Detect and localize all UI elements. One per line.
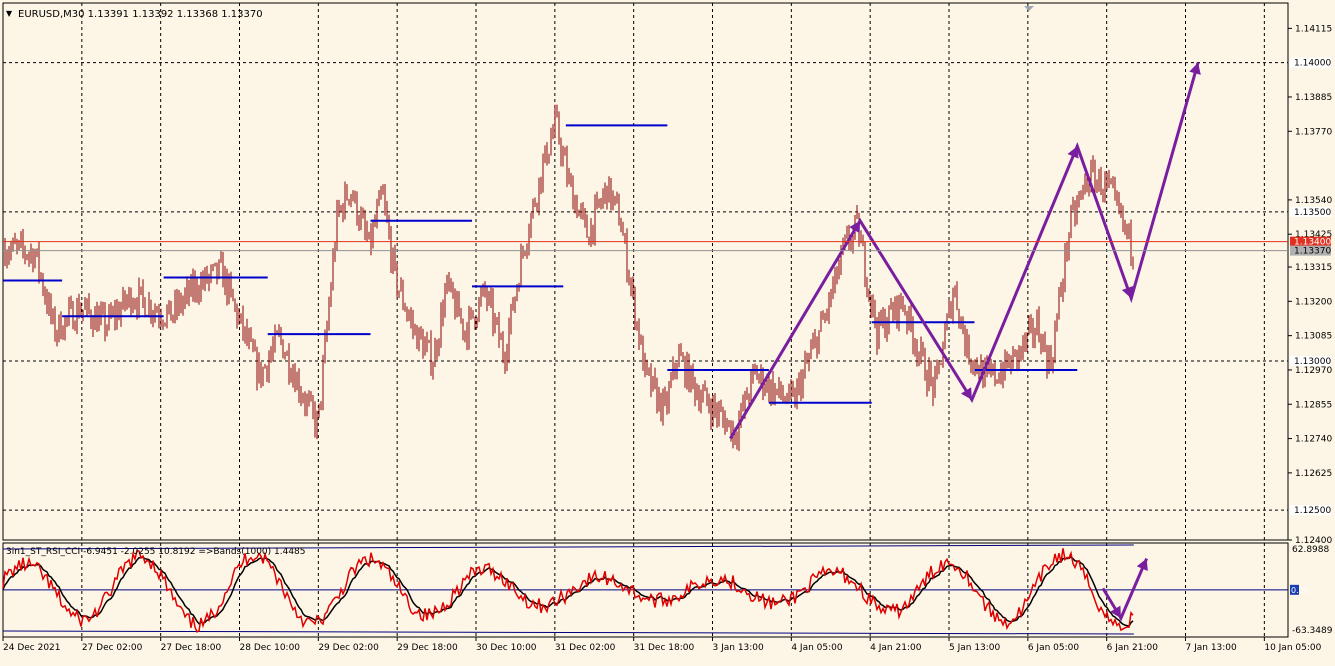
chart-title: EURUSD,M30 1.13391 1.13392 1.13368 1.133… — [18, 9, 263, 20]
background — [0, 0, 1335, 662]
symbol-menu-icon[interactable]: ▼ — [6, 9, 13, 18]
x-tick-label: 6 Jan 21:00 — [1107, 643, 1159, 653]
x-tick-label: 28 Dec 10:00 — [240, 643, 301, 653]
x-tick-label: 7 Jan 13:00 — [1186, 643, 1238, 653]
indicator-title: 3in1_ST_RSI_CCI -6.9451 -2.0255 10.8192 … — [6, 547, 306, 557]
x-tick-label: 10 Jan 05:00 — [1264, 643, 1321, 653]
y-tick-label: 1.12740 — [1295, 435, 1332, 445]
level-price-tag: 1.13500 — [1294, 208, 1331, 218]
y-tick-label: 1.13200 — [1295, 297, 1332, 307]
y-tick-label: 1.12970 — [1295, 366, 1332, 376]
y-tick-label: 1.12625 — [1295, 469, 1332, 479]
y-tick-label: 1.14115 — [1295, 24, 1332, 34]
y-tick-label: 1.13770 — [1295, 127, 1332, 137]
x-tick-label: 4 Jan 05:00 — [791, 643, 843, 653]
y-tick-label: 1.13085 — [1295, 332, 1332, 342]
y-tick-label: 1.12855 — [1295, 400, 1332, 410]
osc-zero-tag: 0.00 — [1291, 586, 1309, 595]
x-tick-label: 6 Jan 05:00 — [1028, 643, 1080, 653]
x-tick-label: 30 Dec 10:00 — [476, 643, 537, 653]
y-tick-label: 1.13315 — [1295, 263, 1332, 273]
x-tick-label: 4 Jan 21:00 — [870, 643, 922, 653]
chart-canvas[interactable]: 1.141151.138851.137701.135401.134251.133… — [0, 0, 1335, 662]
x-tick-label: 29 Dec 02:00 — [318, 643, 379, 653]
x-tick-label: 27 Dec 18:00 — [161, 643, 222, 653]
bid-price-tag: 1.13370 — [1294, 247, 1331, 257]
x-tick-label: 29 Dec 18:00 — [397, 643, 458, 653]
indicator-scale-top: 62.8988 — [1292, 545, 1329, 555]
y-tick-label: 1.13885 — [1295, 93, 1332, 103]
level-price-tag: 1.14000 — [1294, 59, 1331, 69]
y-tick-label: 1.13540 — [1295, 196, 1332, 206]
x-tick-label: 5 Jan 13:00 — [949, 643, 1001, 653]
level-price-tag: 1.13000 — [1294, 357, 1331, 367]
chart-window[interactable]: 1.14115 1.13885 1.13770 1.13540 1.13425 1.133… — [0, 0, 1335, 662]
x-tick-label: 24 Dec 2021 — [3, 643, 61, 653]
x-tick-label: 3 Jan 13:00 — [713, 643, 765, 653]
level-price-tag: 1.12500 — [1294, 506, 1331, 516]
x-tick-label: 31 Dec 02:00 — [555, 643, 616, 653]
x-tick-label: 27 Dec 02:00 — [82, 643, 143, 653]
indicator-scale-bottom: -63.3489 — [1292, 626, 1333, 636]
x-tick-label: 31 Dec 18:00 — [634, 643, 695, 653]
